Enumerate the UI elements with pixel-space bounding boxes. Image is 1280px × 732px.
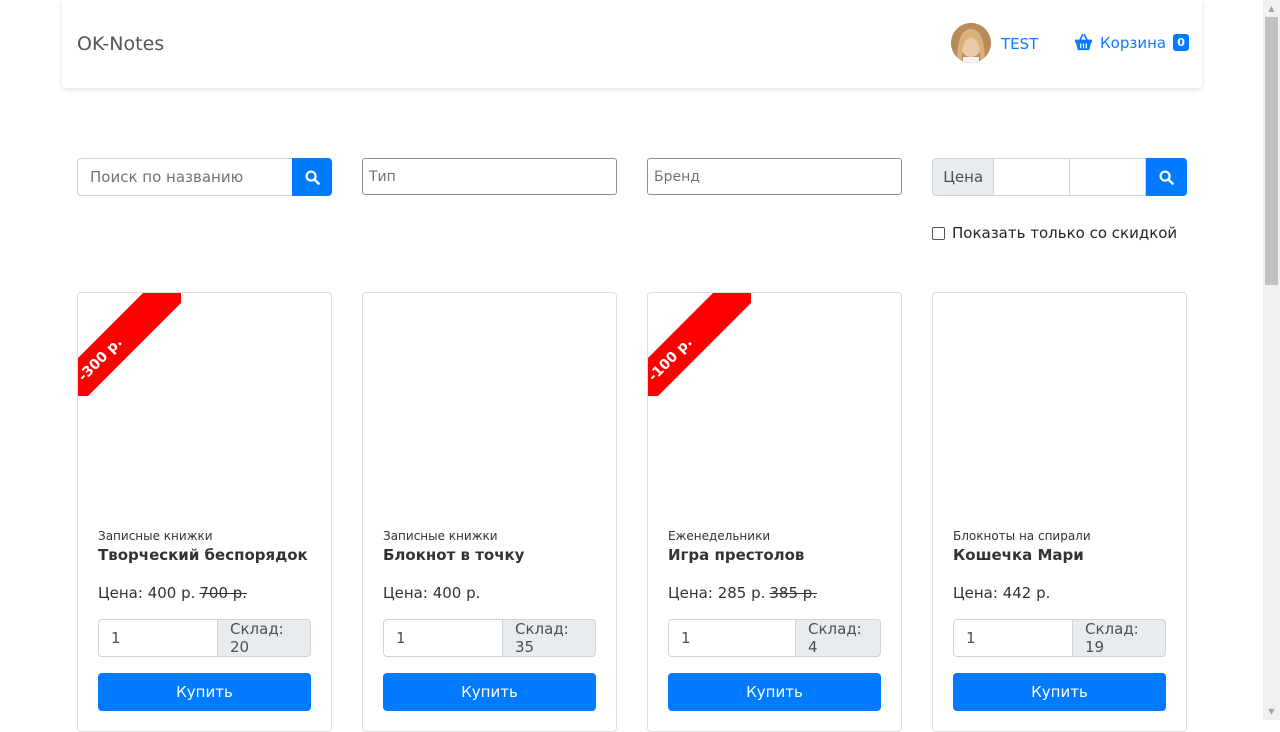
quantity-input[interactable]: 1 xyxy=(668,619,796,657)
current-price: Цена: 285 р. xyxy=(668,584,766,602)
product-category: Блокноты на спирали xyxy=(953,529,1091,543)
buy-button[interactable]: Купить xyxy=(383,673,596,711)
type-input[interactable] xyxy=(362,158,617,195)
quantity-group: 1 Склад: 19 xyxy=(953,619,1166,657)
product-title[interactable]: Творческий беспорядок xyxy=(98,546,308,564)
quantity-group: 1 Склад: 4 xyxy=(668,619,881,657)
cart-count-badge: 0 xyxy=(1173,34,1190,51)
brand-logo[interactable]: OK-Notes xyxy=(77,33,164,55)
product-title[interactable]: Игра престолов xyxy=(668,546,804,564)
quantity-group: 1 Склад: 20 xyxy=(98,619,311,657)
price-label: Цена xyxy=(932,158,995,196)
product-card: -300 р. Записные книжки Творческий беспо… xyxy=(77,292,332,732)
scroll-up-arrow-icon[interactable]: ▲ xyxy=(1263,0,1280,17)
discount-ribbon: -300 р. xyxy=(78,293,181,396)
search-icon xyxy=(1159,170,1175,185)
cart-label: Корзина xyxy=(1100,33,1167,52)
brand-input[interactable] xyxy=(647,158,902,195)
price-filter-group: Цена xyxy=(932,158,1187,196)
search-group xyxy=(77,158,332,196)
price-max-input[interactable] xyxy=(1070,158,1147,196)
price-min-input[interactable] xyxy=(994,158,1071,196)
scrollbar-thumb[interactable] xyxy=(1265,17,1278,285)
old-price: 700 р. xyxy=(199,584,248,602)
discount-checkbox[interactable] xyxy=(932,226,945,240)
discount-label: Показать только со скидкой xyxy=(952,224,1178,242)
current-price: Цена: 400 р. xyxy=(383,584,481,602)
scroll-down-arrow-icon[interactable]: ▼ xyxy=(1263,703,1280,720)
search-icon xyxy=(305,170,320,185)
user-avatar[interactable] xyxy=(951,23,991,63)
buy-button[interactable]: Купить xyxy=(953,673,1166,711)
product-title[interactable]: Кошечка Мари xyxy=(953,546,1084,564)
product-price: Цена: 442 р. xyxy=(953,584,1050,602)
product-price: Цена: 285 р. 385 р. xyxy=(668,584,817,602)
discount-ribbon: -100 р. xyxy=(648,293,751,396)
product-card: -100 р. Еженедельники Игра престолов Цен… xyxy=(647,292,902,732)
discount-filter[interactable]: Показать только со скидкой xyxy=(932,224,1177,242)
buy-button[interactable]: Купить xyxy=(668,673,881,711)
search-input[interactable] xyxy=(77,158,292,196)
quantity-input[interactable]: 1 xyxy=(383,619,503,657)
product-category: Записные книжки xyxy=(383,529,498,543)
old-price: 385 р. xyxy=(769,584,818,602)
product-card: Блокноты на спирали Кошечка Мари Цена: 4… xyxy=(932,292,1187,732)
current-price: Цена: 400 р. xyxy=(98,584,196,602)
product-card: Записные книжки Блокнот в точку Цена: 40… xyxy=(362,292,617,732)
stock-label: Склад: 35 xyxy=(503,619,596,657)
stock-label: Склад: 19 xyxy=(1073,619,1166,657)
basket-icon xyxy=(1074,34,1093,51)
price-search-button[interactable] xyxy=(1146,158,1187,196)
product-price: Цена: 400 р. xyxy=(383,584,480,602)
stock-label: Склад: 4 xyxy=(796,619,881,657)
quantity-group: 1 Склад: 35 xyxy=(383,619,596,657)
cart-link[interactable]: Корзина 0 xyxy=(1074,33,1190,52)
page-scrollbar[interactable]: ▲ ▼ xyxy=(1263,0,1280,720)
discount-text: -100 р. xyxy=(648,334,696,385)
user-link[interactable]: TEST xyxy=(1001,35,1038,53)
discount-text: -300 р. xyxy=(78,334,126,385)
product-category: Еженедельники xyxy=(668,529,771,543)
current-price: Цена: 442 р. xyxy=(953,584,1051,602)
product-title[interactable]: Блокнот в точку xyxy=(383,546,524,564)
navbar: OK-Notes TEST Корзина 0 xyxy=(62,0,1202,88)
product-category: Записные книжки xyxy=(98,529,213,543)
product-price: Цена: 400 р. 700 р. xyxy=(98,584,247,602)
quantity-input[interactable]: 1 xyxy=(98,619,218,657)
quantity-input[interactable]: 1 xyxy=(953,619,1073,657)
search-button[interactable] xyxy=(292,158,332,196)
stock-label: Склад: 20 xyxy=(218,619,311,657)
buy-button[interactable]: Купить xyxy=(98,673,311,711)
